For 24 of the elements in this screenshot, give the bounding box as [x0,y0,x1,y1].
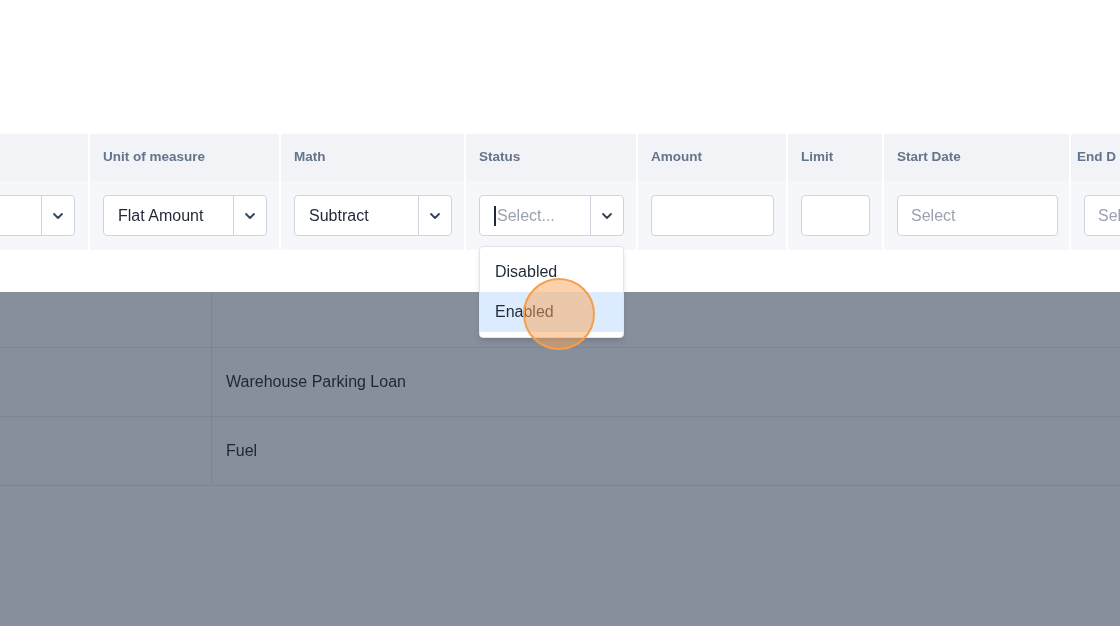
input-field[interactable] [651,195,774,236]
input-field[interactable] [801,195,870,236]
column-header: Amount [651,148,702,167]
dropdown-field[interactable]: Flat Amount [103,195,267,236]
column-header: Start Date [897,148,961,167]
date-field[interactable]: Select [897,195,1058,236]
dropdown-field[interactable]: Subtract [294,195,452,236]
column-header: End D [1077,148,1116,167]
chevron-down-icon [429,211,441,220]
column-header: Limit [801,148,834,167]
table-cell-text: Fuel [226,441,258,461]
chevron-down-icon [601,211,613,220]
column-header: Status [479,148,521,167]
column-header: Math [294,148,326,167]
dropdown-option[interactable]: Disabled [480,252,623,292]
select-placeholder: Select... [497,205,555,226]
date-field[interactable]: Sel [1084,195,1120,236]
select-value: Flat Amount [118,205,204,226]
table-cell-text: Warehouse Parking Loan [226,372,406,392]
chevron-down-icon [52,211,64,220]
text-cursor [494,205,496,226]
chevron-down-icon [244,211,256,220]
select-value: Subtract [309,205,369,226]
column-header: Unit of measure [103,148,206,167]
